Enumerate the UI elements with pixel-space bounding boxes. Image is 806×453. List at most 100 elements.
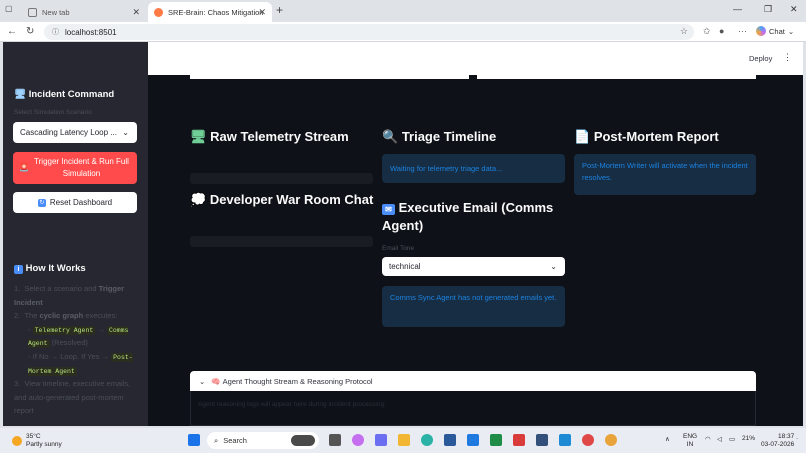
browser-tab-bar: ▢ New tab ✕ SRE-Brain: Chaos Mitigation …	[0, 0, 806, 22]
teams-icon[interactable]	[375, 434, 387, 446]
language-indicator[interactable]: ENG IN	[683, 433, 697, 449]
profile-avatar-icon[interactable]: ●	[719, 26, 724, 36]
sidebar-title: 🖥 Incident Command	[14, 89, 115, 100]
maximize-icon[interactable]: ❐	[764, 4, 772, 15]
chat-label: Chat	[769, 26, 785, 36]
trigger-incident-button[interactable]: 🚨 Trigger Incident & Run Full Simulation	[13, 152, 137, 184]
weather-temp: 35°C	[26, 433, 41, 440]
excel-icon[interactable]	[490, 434, 502, 446]
email-tone-label: Email Tone	[382, 245, 415, 252]
reload-icon[interactable]: ↻	[26, 26, 34, 37]
tab-title: New tab	[42, 7, 70, 17]
app-viewport: 🖥 Incident Command Select Simulation Sce…	[3, 42, 803, 426]
windows-start-icon[interactable]	[188, 434, 200, 446]
email-tone-select[interactable]: technical ⌄	[382, 257, 565, 276]
task-view-icon[interactable]	[329, 434, 341, 446]
deploy-button[interactable]: Deploy	[749, 54, 772, 63]
store-icon[interactable]	[444, 434, 456, 446]
refresh-icon: ↻	[37, 198, 46, 207]
scenario-select[interactable]: Cascading Latency Loop ... ⌄	[13, 122, 137, 143]
post-mortem-heading: 📄 Post-Mortem Report	[574, 129, 719, 144]
chevron-down-icon: ⌄	[122, 128, 129, 137]
document-icon: 📄	[574, 129, 591, 144]
reset-dashboard-button[interactable]: ↻ Reset Dashboard	[13, 192, 137, 213]
tab-new-tab[interactable]: New tab ✕	[22, 2, 146, 22]
taskbar-search-input[interactable]: ⌕ Search	[207, 432, 319, 449]
triage-info-box: Waiting for telemetry triage data...	[382, 154, 565, 183]
telemetry-stream-box	[190, 173, 373, 184]
list-item: 2. The cyclic graph executes:	[14, 311, 118, 320]
scenario-label: Select Simulation Scenario	[14, 109, 92, 116]
sidebar: 🖥 Incident Command Select Simulation Sce…	[3, 42, 148, 426]
volume-icon[interactable]: ◁	[717, 435, 722, 443]
column-top-strip	[477, 73, 756, 79]
site-info-icon[interactable]: ⓘ	[52, 27, 59, 37]
expander-body	[190, 391, 756, 426]
window-close-icon[interactable]: ✕	[790, 4, 798, 15]
list-item: ◦ Telemetry Agent → Comms Agent (Resolve…	[28, 324, 129, 349]
sun-icon	[12, 435, 22, 446]
favorites-icon[interactable]: ✩	[703, 26, 711, 37]
scenario-value: Cascading Latency Loop ...	[20, 128, 117, 137]
chrome-profile-icon[interactable]	[605, 434, 617, 446]
brain-icon: 🧠	[211, 376, 221, 386]
triage-heading: 🔍 Triage Timeline	[382, 129, 497, 144]
more-menu-icon[interactable]: ···	[738, 26, 747, 36]
chrome-icon[interactable]	[582, 434, 594, 446]
show-hidden-icons-icon[interactable]: ∧	[665, 435, 670, 443]
battery-icon[interactable]: ▭	[729, 435, 735, 443]
tab-actions-icon[interactable]: ▢	[5, 4, 13, 13]
email-icon: ✉	[382, 204, 395, 215]
terminal-icon[interactable]	[536, 434, 548, 446]
tab-title: SRE-Brain: Chaos Mitigation Centre	[168, 7, 264, 17]
notification-bell-icon[interactable]: ·	[796, 435, 798, 442]
computer-icon: 🖥	[14, 89, 27, 100]
chevron-down-icon: ⌄	[787, 26, 795, 36]
close-icon[interactable]: ✕	[132, 7, 140, 18]
speech-bubble-icon: 💭	[190, 192, 207, 207]
vscode-icon[interactable]	[559, 434, 571, 446]
outlook-icon[interactable]	[467, 434, 479, 446]
weather-widget[interactable]: 35°C Partly sunny	[12, 433, 62, 449]
search-highlight-icon	[291, 435, 315, 446]
bookmark-star-icon[interactable]: ☆	[680, 26, 688, 37]
powerpoint-icon[interactable]	[513, 434, 525, 446]
minimize-icon[interactable]: —	[733, 4, 742, 14]
magnifier-icon: 🔍	[382, 129, 399, 144]
url-text: localhost:8501	[65, 27, 117, 37]
column-top-strip	[190, 73, 469, 79]
email-info-box: Comms Sync Agent has not generated email…	[382, 286, 565, 327]
edge-icon[interactable]	[421, 434, 433, 446]
post-mortem-info-box: Post-Mortem Writer will activate when th…	[574, 154, 756, 195]
file-explorer-icon[interactable]	[398, 434, 410, 446]
how-it-works-list: 1. Select a scenario and Trigger Inciden…	[14, 282, 142, 418]
copilot-chat-button[interactable]: Chat ⌄	[756, 26, 794, 36]
new-tab-plus-icon[interactable]: +	[276, 3, 283, 17]
battery-percent: 21%	[742, 435, 756, 442]
agent-thought-expander[interactable]: ⌄ 🧠 Agent Thought Stream & Reasoning Pro…	[190, 371, 756, 391]
clock[interactable]: 18:37 03-07-2026	[761, 433, 794, 449]
tab-sre-brain[interactable]: SRE-Brain: Chaos Mitigation Centre ✕	[148, 2, 272, 22]
close-icon[interactable]: ✕	[258, 7, 266, 18]
search-icon: ⌕	[214, 435, 219, 445]
telemetry-heading: 🖥 Raw Telemetry Stream	[190, 129, 349, 144]
war-room-heading: 💭 Developer War Room Chat	[190, 192, 374, 207]
weather-desc: Partly sunny	[26, 440, 62, 448]
streamlit-favicon-icon	[154, 7, 163, 17]
war-room-chat-box	[190, 236, 373, 247]
list-item: 3. View timeline, executive emails, and …	[14, 379, 131, 416]
main-menu-icon[interactable]: ⋮	[783, 52, 792, 63]
chevron-down-icon: ⌄	[550, 262, 557, 271]
copilot-app-icon[interactable]	[352, 434, 364, 446]
address-bar-row: ← ↻ ⓘ localhost:8501 ☆ ✩ ● ··· Chat ⌄	[0, 22, 806, 42]
email-tone-value: technical	[389, 262, 421, 271]
info-icon: i	[14, 265, 23, 274]
siren-icon: 🚨	[19, 162, 29, 172]
url-input[interactable]: ⓘ localhost:8501 ☆	[44, 24, 694, 40]
taskbar: 35°C Partly sunny ⌕ Search ∧ ENG IN ◠ ◁ …	[0, 428, 806, 453]
new-tab-icon	[28, 7, 37, 17]
wifi-icon[interactable]: ◠	[705, 435, 711, 443]
list-item: ◦ If No → Loop. If Yes → Post-Mortem Age…	[28, 351, 133, 376]
how-it-works-title: i How It Works	[14, 263, 86, 274]
back-icon[interactable]: ←	[7, 26, 17, 37]
